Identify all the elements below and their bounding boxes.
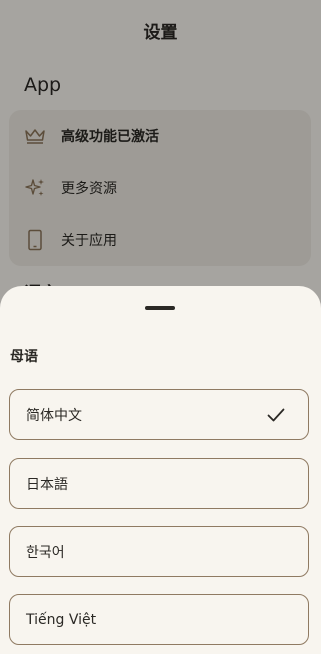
- language-option-label: 简体中文: [26, 407, 82, 424]
- language-option-japanese[interactable]: 日本語: [9, 458, 309, 509]
- language-bottom-sheet: 母语 简体中文 日本語 한국어 Tiếng Việt: [0, 286, 321, 654]
- language-option-label: 日本語: [26, 476, 68, 493]
- language-option-label: 한국어: [26, 544, 65, 561]
- language-option-korean[interactable]: 한국어: [9, 526, 309, 577]
- checkmark-icon: [266, 405, 286, 425]
- language-option-label: Tiếng Việt: [26, 611, 97, 628]
- language-option-simplified-chinese[interactable]: 简体中文: [9, 389, 309, 440]
- language-option-vietnamese[interactable]: Tiếng Việt: [9, 594, 309, 645]
- sheet-title: 母语: [10, 349, 38, 365]
- sheet-drag-handle[interactable]: [145, 306, 175, 310]
